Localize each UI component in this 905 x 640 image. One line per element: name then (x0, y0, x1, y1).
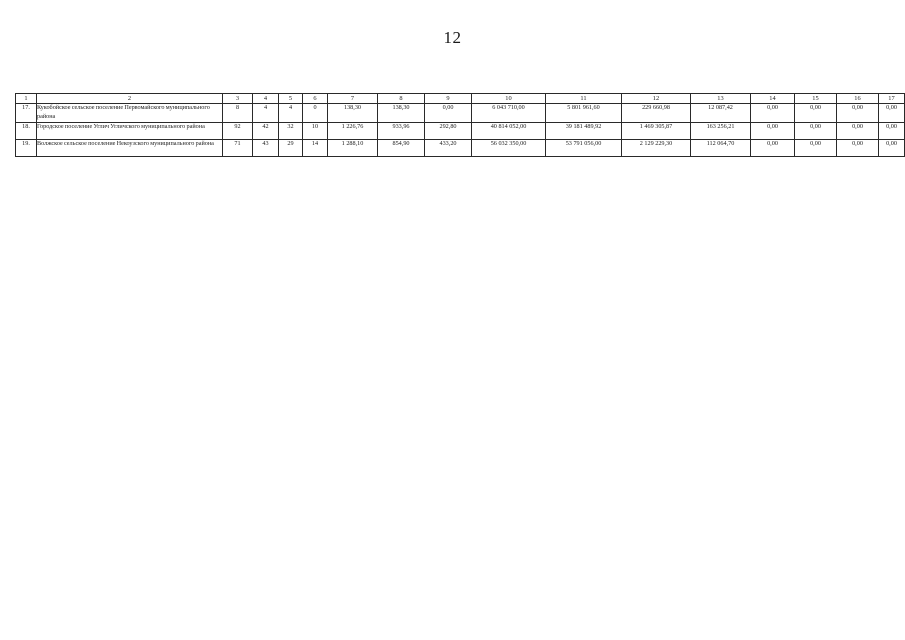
cell-col-7: 1 288,10 (327, 138, 378, 157)
cell-col-9: 0,00 (424, 103, 472, 123)
cell-col-11: 53 791 056,00 (545, 138, 622, 157)
cell-col-6: 0 (302, 103, 328, 123)
cell-col-5: 29 (278, 138, 303, 157)
cell-col-7: 1 226,76 (327, 121, 378, 140)
column-index-14: 14 (750, 93, 795, 104)
cell-col-16: 0,00 (836, 138, 879, 157)
column-index-8: 8 (377, 93, 425, 104)
row-number: 19. (15, 138, 37, 157)
cell-col-3: 71 (222, 138, 253, 157)
municipality-name: Кукобойское сельское поселение Первомайс… (36, 103, 223, 123)
cell-col-14: 0,00 (750, 138, 795, 157)
column-index-7: 7 (327, 93, 378, 104)
cell-col-3: 92 (222, 121, 253, 140)
data-table-container: 1 2 3 4 5 6 7 8 9 10 11 12 13 14 15 16 1… (15, 93, 905, 157)
column-index-6: 6 (302, 93, 328, 104)
column-index-13: 13 (690, 93, 751, 104)
cell-col-3: 8 (222, 103, 253, 123)
cell-col-14: 0,00 (750, 103, 795, 123)
cell-col-16: 0,00 (836, 103, 879, 123)
cell-col-15: 0,00 (794, 121, 837, 140)
column-index-4: 4 (252, 93, 279, 104)
table-row: 17. Кукобойское сельское поселение Перво… (15, 103, 905, 123)
municipality-name: Городское поселение Углич Угличского мун… (36, 121, 223, 140)
cell-col-12: 2 129 229,30 (621, 138, 691, 157)
cell-col-4: 43 (252, 138, 279, 157)
data-table: 1 2 3 4 5 6 7 8 9 10 11 12 13 14 15 16 1… (15, 93, 905, 157)
cell-col-5: 4 (278, 103, 303, 123)
column-index-9: 9 (424, 93, 472, 104)
cell-col-10: 6 043 710,00 (471, 103, 546, 123)
cell-col-6: 14 (302, 138, 328, 157)
row-number: 17. (15, 103, 37, 123)
cell-col-11: 39 181 489,92 (545, 121, 622, 140)
column-index-2: 2 (36, 93, 223, 104)
column-index-row: 1 2 3 4 5 6 7 8 9 10 11 12 13 14 15 16 1… (15, 93, 905, 104)
cell-col-12: 1 469 305,87 (621, 121, 691, 140)
cell-col-17: 0,00 (878, 103, 905, 123)
cell-col-8: 138,30 (377, 103, 425, 123)
column-index-15: 15 (794, 93, 837, 104)
cell-col-4: 4 (252, 103, 279, 123)
cell-col-6: 10 (302, 121, 328, 140)
cell-col-13: 163 256,21 (690, 121, 751, 140)
municipality-name: Волжское сельское поселение Некоузского … (36, 138, 223, 157)
column-index-12: 12 (621, 93, 691, 104)
cell-col-15: 0,00 (794, 138, 837, 157)
table-row: 18. Городское поселение Углич Угличского… (15, 121, 905, 140)
cell-col-5: 32 (278, 121, 303, 140)
cell-col-4: 42 (252, 121, 279, 140)
cell-col-11: 5 801 961,60 (545, 103, 622, 123)
cell-col-16: 0,00 (836, 121, 879, 140)
cell-col-7: 138,30 (327, 103, 378, 123)
cell-col-8: 933,96 (377, 121, 425, 140)
column-index-17: 17 (878, 93, 905, 104)
column-index-3: 3 (222, 93, 253, 104)
cell-col-9: 292,80 (424, 121, 472, 140)
cell-col-13: 112 064,70 (690, 138, 751, 157)
column-index-10: 10 (471, 93, 546, 104)
row-number: 18. (15, 121, 37, 140)
column-index-16: 16 (836, 93, 879, 104)
cell-col-17: 0,00 (878, 138, 905, 157)
cell-col-14: 0,00 (750, 121, 795, 140)
column-index-11: 11 (545, 93, 622, 104)
cell-col-10: 40 814 052,00 (471, 121, 546, 140)
table-row: 19. Волжское сельское поселение Некоузск… (15, 138, 905, 157)
cell-col-15: 0,00 (794, 103, 837, 123)
cell-col-12: 229 660,98 (621, 103, 691, 123)
column-index-1: 1 (15, 93, 37, 104)
cell-col-8: 854,90 (377, 138, 425, 157)
column-index-5: 5 (278, 93, 303, 104)
cell-col-10: 56 032 350,00 (471, 138, 546, 157)
cell-col-9: 433,20 (424, 138, 472, 157)
cell-col-17: 0,00 (878, 121, 905, 140)
cell-col-13: 12 087,42 (690, 103, 751, 123)
page-number: 12 (443, 28, 462, 47)
